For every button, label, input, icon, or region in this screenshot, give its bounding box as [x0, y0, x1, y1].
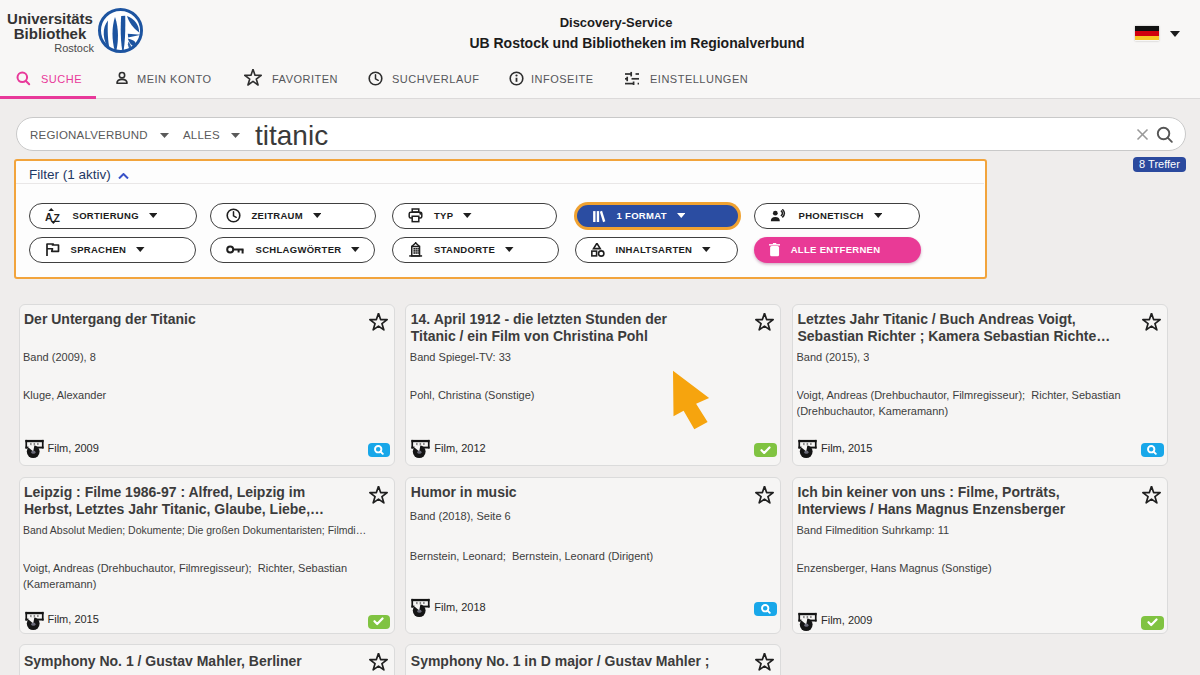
svg-text:A: A	[45, 210, 53, 222]
